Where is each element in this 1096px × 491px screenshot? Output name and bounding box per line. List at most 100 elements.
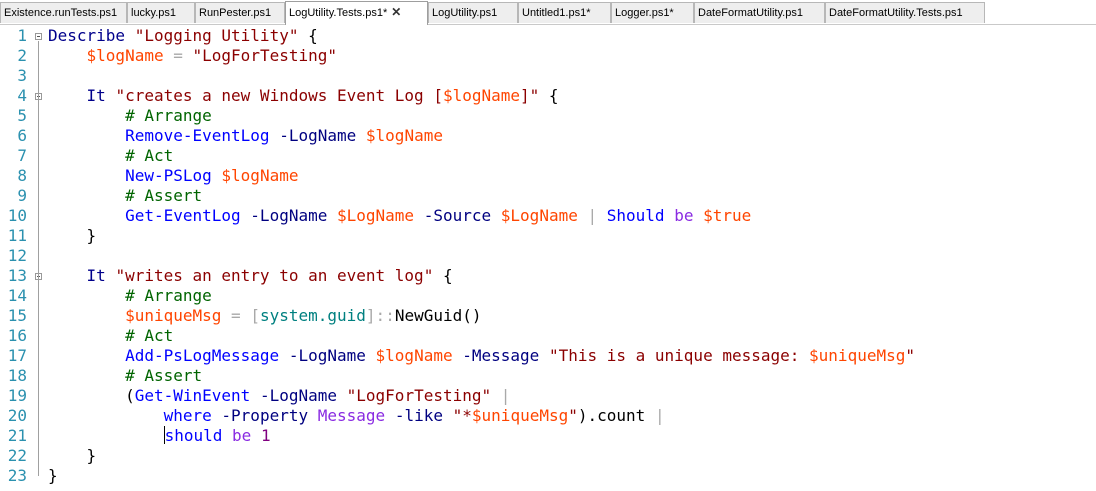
- code-token: -LogName: [259, 386, 337, 405]
- code-token: Message: [317, 406, 386, 425]
- code-token: # Assert: [125, 366, 203, 385]
- code-line: # Arrange: [48, 286, 915, 306]
- code-token: where: [163, 406, 212, 425]
- tab-logger-ps1[interactable]: Logger.ps1*: [611, 2, 694, 23]
- line-number: 21: [7, 426, 27, 445]
- code-token: Should: [606, 206, 665, 225]
- code-token: Get-WinEvent: [134, 386, 251, 405]
- fold-toggle-icon[interactable]: [35, 33, 42, 40]
- code-token: ]": [520, 86, 540, 105]
- line-number: 11: [7, 226, 27, 245]
- code-token: # Arrange: [125, 286, 212, 305]
- code-token: "LogForTesting": [192, 46, 338, 65]
- code-line: where -Property Message -like "*$uniqueM…: [48, 406, 915, 426]
- line-number: 13: [7, 266, 27, 285]
- code-line: New-PSLog $logName: [48, 166, 915, 186]
- code-token: Describe: [48, 26, 126, 45]
- tab-bar: Existence.runTests.ps1 lucky.ps1 RunPester…: [0, 0, 1096, 25]
- tab-label: Logger.ps1*: [615, 7, 674, 19]
- line-number: 16: [7, 326, 27, 345]
- code-line: # Assert: [48, 366, 915, 386]
- script-editor[interactable]: 1 2 3 4 5 6 7 8 9 10 11 12 13 14 15 16 17 18 19 20 21 22 23 De…: [0, 26, 1096, 491]
- code-token: =: [231, 306, 241, 325]
- tab-dateformatutility-tests-ps1[interactable]: DateFormatUtility.Tests.ps1: [825, 2, 985, 23]
- tab-runpester-ps1[interactable]: RunPester.ps1: [195, 2, 285, 23]
- code-token: "This is a unique message:: [548, 346, 810, 365]
- code-token: $logName: [365, 126, 443, 145]
- code-token: $LogName: [500, 206, 578, 225]
- line-number: 14: [7, 286, 27, 305]
- tab-logutility-tests-ps1[interactable]: LogUtility.Tests.ps1* ✕: [285, 1, 428, 25]
- code-line: # Act: [48, 326, 915, 346]
- code-token: system.guid: [259, 306, 366, 325]
- code-line: Remove-EventLog -LogName $logName: [48, 126, 915, 146]
- code-token: "*: [452, 406, 472, 425]
- code-token: $LogName: [337, 206, 415, 225]
- code-token: # Act: [125, 146, 174, 165]
- code-line: $logName = "LogForTesting": [48, 46, 915, 66]
- line-number: 22: [7, 446, 27, 465]
- line-number: 18: [7, 366, 27, 385]
- code-line: Get-EventLog -LogName $LogName -Source $…: [48, 206, 915, 226]
- code-token: New-PSLog: [125, 166, 212, 185]
- tab-label: lucky.ps1: [131, 7, 177, 19]
- code-token: -LogName: [250, 206, 328, 225]
- line-number: 1: [17, 26, 27, 45]
- line-number: 15: [7, 306, 27, 325]
- code-token: -Property: [221, 406, 309, 425]
- code-token: "creates a new Windows Event Log [: [115, 86, 443, 105]
- line-number: 6: [17, 126, 27, 145]
- tab-label: Untitled1.ps1*: [522, 7, 591, 19]
- code-line: # Assert: [48, 186, 915, 206]
- code-token: -Source: [423, 206, 492, 225]
- fold-guide-line: [38, 101, 39, 236]
- code-token: # Arrange: [125, 106, 212, 125]
- tab-lucky-ps1[interactable]: lucky.ps1: [127, 2, 195, 23]
- code-token: |: [500, 386, 511, 405]
- code-token: -LogName: [288, 346, 366, 365]
- line-number: 10: [7, 206, 27, 225]
- tab-untitled1-ps1[interactable]: Untitled1.ps1*: [518, 2, 611, 23]
- tab-dateformatutility-ps1[interactable]: DateFormatUtility.ps1: [694, 2, 825, 23]
- code-line: should be 1: [48, 426, 915, 446]
- code-line: ​: [48, 66, 915, 86]
- code-token: be: [674, 206, 694, 225]
- code-token: =: [173, 46, 183, 65]
- tab-existence-runtests-ps1[interactable]: Existence.runTests.ps1: [0, 2, 127, 23]
- code-token: |: [587, 206, 598, 225]
- fold-guide-line: [38, 281, 39, 456]
- code-token: }: [48, 226, 97, 245]
- line-number: 4: [17, 86, 27, 105]
- code-line: (Get-WinEvent -LogName "LogForTesting" |: [48, 386, 915, 406]
- close-tab-icon[interactable]: ✕: [391, 2, 401, 22]
- code-token: $logName: [442, 86, 521, 105]
- code-token: It: [86, 86, 106, 105]
- code-token: $true: [703, 206, 752, 225]
- tab-logutility-ps1[interactable]: LogUtility.ps1: [428, 2, 518, 23]
- code-token: -LogName: [279, 126, 357, 145]
- code-token: $logName: [86, 46, 164, 65]
- code-token: Add-PsLogMessage: [125, 346, 280, 365]
- code-line: # Act: [48, 146, 915, 166]
- code-line: ​: [48, 246, 915, 266]
- code-area[interactable]: Describe "Logging Utility" { $logName = …: [48, 26, 915, 486]
- code-token: |: [654, 406, 665, 425]
